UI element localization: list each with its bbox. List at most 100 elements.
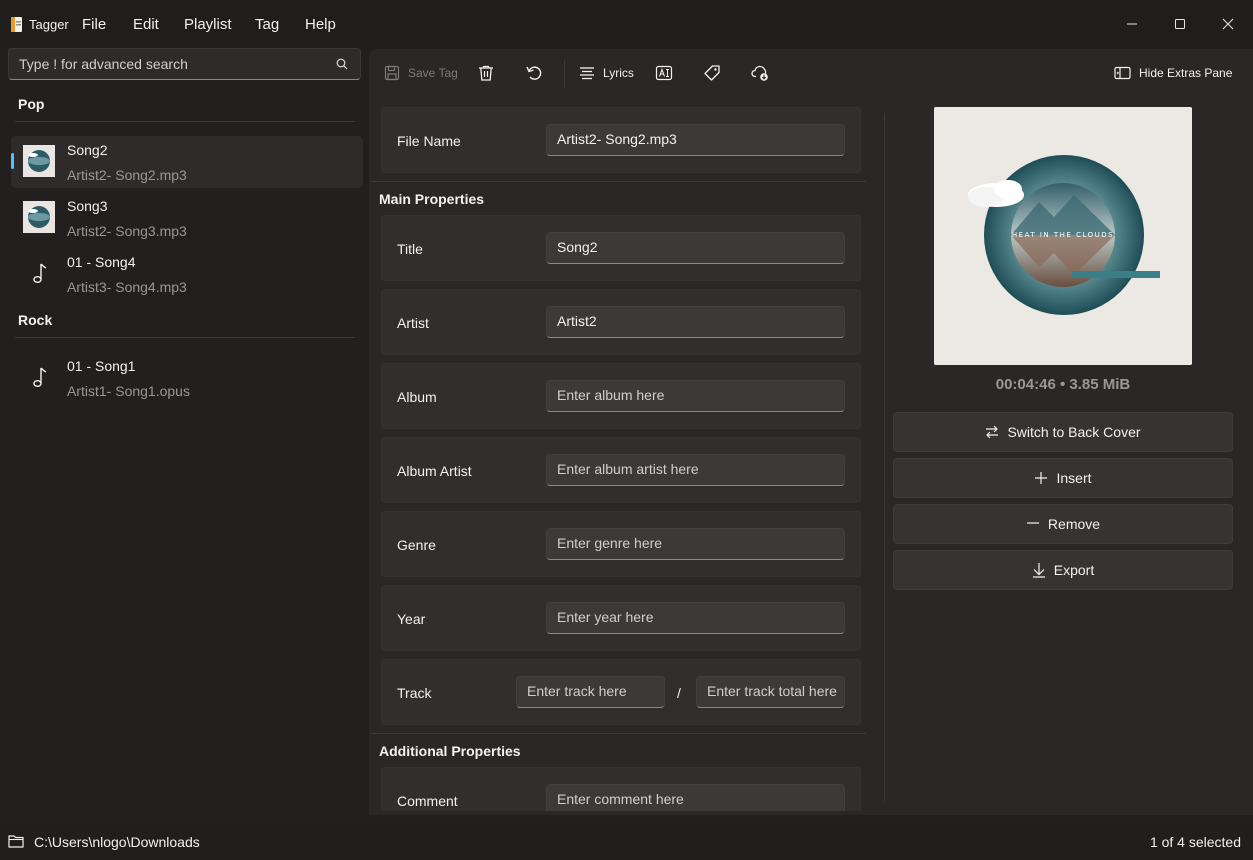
group-divider (15, 337, 355, 338)
comment-label: Comment (397, 793, 458, 809)
album-row: Album Enter album here (381, 363, 861, 429)
song-filename: Artist1- Song1.opus (67, 383, 190, 399)
selection-indicator (11, 153, 14, 169)
music-note-icon (23, 361, 55, 393)
title-row: Title Song2 (381, 215, 861, 281)
swap-icon (986, 425, 999, 439)
lyrics-icon (580, 67, 594, 80)
comment-row: Comment Enter comment here (381, 767, 861, 811)
genre-label: Genre (397, 537, 436, 553)
folder-icon (8, 835, 24, 848)
close-icon (1222, 18, 1234, 30)
song-filename: Artist2- Song2.mp3 (67, 167, 187, 183)
menu-file[interactable]: File (82, 16, 106, 33)
app-logo-icon (11, 17, 22, 32)
song-title: Song3 (67, 198, 108, 214)
close-button[interactable] (1216, 12, 1240, 36)
undo-icon (526, 66, 542, 80)
album-artist-label: Album Artist (397, 463, 472, 479)
group-header-pop: Pop (18, 96, 45, 112)
search-icon (336, 58, 348, 70)
section-divider (370, 733, 866, 734)
section-divider (370, 181, 866, 182)
group-divider (15, 121, 355, 122)
song-row-song3[interactable] (11, 192, 363, 244)
plus-icon (1035, 472, 1048, 484)
insert-label: Insert (1056, 470, 1092, 486)
current-folder-path[interactable]: C:\Users\nlogo\Downloads (34, 834, 200, 850)
album-artist-input[interactable]: Enter album artist here (546, 454, 845, 486)
minimize-button[interactable] (1120, 12, 1144, 36)
remove-label: Remove (1047, 516, 1101, 532)
maximize-button[interactable] (1168, 12, 1192, 36)
track-row: Track Enter track here / Enter track tot… (381, 659, 861, 725)
title-input[interactable]: Song2 (546, 232, 845, 264)
lyrics-button[interactable]: Lyrics (579, 62, 634, 84)
maximize-icon (1175, 19, 1185, 29)
menu-playlist[interactable]: Playlist (184, 16, 232, 33)
switch-cover-button[interactable]: Switch to Back Cover (893, 412, 1233, 452)
year-input[interactable]: Enter year here (546, 602, 845, 634)
comment-row-clip: Comment Enter comment here (381, 767, 861, 811)
cover-text: HEAT IN THE CLOUDS (1012, 231, 1114, 239)
menu-edit[interactable]: Edit (133, 16, 159, 33)
menu-tag[interactable]: Tag (255, 16, 279, 33)
toolbar-separator (564, 60, 565, 88)
album-cover-image: HEAT IN THE CLOUDS (934, 107, 1192, 365)
file-name-label: File Name (397, 133, 461, 149)
year-row: Year Enter year here (381, 585, 861, 651)
remove-button[interactable]: Remove (893, 504, 1233, 544)
media-info: 00:04:46 • 3.85 MiB (995, 376, 1131, 393)
year-label: Year (397, 611, 426, 627)
hide-extras-label: Hide Extras Pane (1139, 66, 1233, 80)
delete-tag-button[interactable] (477, 62, 495, 84)
music-note-icon (23, 257, 55, 289)
group-header-rock: Rock (18, 312, 53, 328)
cover-thumb (23, 201, 55, 233)
artist-input[interactable]: Artist2 (546, 306, 845, 338)
comment-input[interactable]: Enter comment here (546, 784, 845, 811)
trash-icon (479, 65, 493, 81)
search-input[interactable]: Type ! for advanced search (8, 48, 361, 80)
cloud-download-icon (751, 65, 768, 81)
song-title: Song2 (67, 142, 108, 158)
album-input[interactable]: Enter album here (546, 380, 845, 412)
pane-divider (884, 113, 885, 801)
translate-icon (655, 65, 673, 81)
save-icon (384, 65, 400, 81)
track-input[interactable]: Enter track here (516, 676, 665, 708)
export-label: Export (1053, 562, 1095, 578)
song-filename: Artist3- Song4.mp3 (67, 279, 187, 295)
menu-help[interactable]: Help (305, 16, 336, 33)
hide-extras-pane-button[interactable]: Hide Extras Pane (1114, 62, 1232, 84)
minimize-icon (1127, 23, 1137, 25)
artist-row: Artist Artist2 (381, 289, 861, 355)
song-filename: Artist2- Song3.mp3 (67, 223, 187, 239)
album-artist-row: Album Artist Enter album artist here (381, 437, 861, 503)
switch-cover-label: Switch to Back Cover (1007, 424, 1141, 440)
track-separator: / (677, 685, 681, 701)
app-title: Tagger (29, 17, 69, 32)
genre-row: Genre Enter genre here (381, 511, 861, 577)
song-title: 01 - Song1 (67, 358, 136, 374)
file-name-input[interactable]: Artist2- Song2.mp3 (546, 124, 845, 156)
export-button[interactable]: Export (893, 550, 1233, 590)
song-row-song2[interactable] (11, 136, 363, 188)
insert-button[interactable]: Insert (893, 458, 1233, 498)
tag-button[interactable] (703, 62, 721, 84)
download-icon (1032, 563, 1045, 578)
genre-input[interactable]: Enter genre here (546, 528, 845, 560)
cover-thumb (23, 145, 55, 177)
main-properties-heading: Main Properties (379, 191, 485, 207)
track-label: Track (397, 685, 432, 701)
additional-properties-heading: Additional Properties (379, 743, 521, 759)
cloud-download-button[interactable] (751, 62, 770, 84)
translate-button[interactable] (655, 62, 673, 84)
song-row-song4[interactable] (11, 248, 363, 300)
undo-button[interactable] (525, 62, 543, 84)
track-total-input[interactable]: Enter track total here (696, 676, 845, 708)
artist-label: Artist (397, 315, 429, 331)
pane-icon (1114, 66, 1131, 80)
save-tag-button[interactable]: Save Tag (384, 62, 458, 84)
selection-count: 1 of 4 selected (1149, 834, 1241, 850)
